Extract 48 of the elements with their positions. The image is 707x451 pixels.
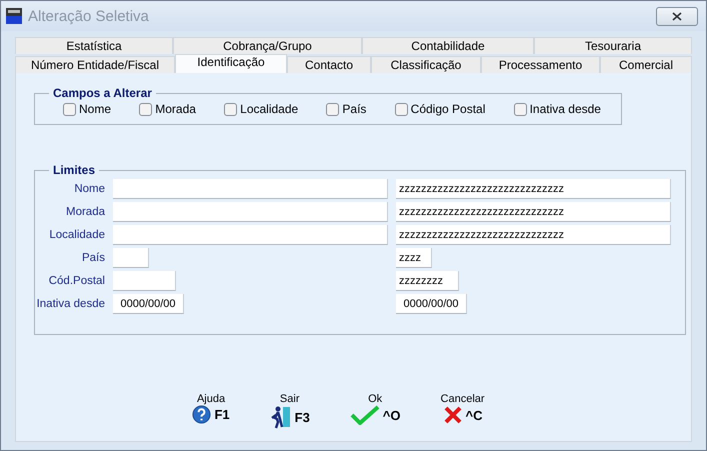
field-label: Localidade xyxy=(48,229,105,241)
cross-icon xyxy=(442,405,463,425)
input-field[interactable] xyxy=(113,202,388,222)
group-title: Limites xyxy=(52,163,96,177)
field-label: Inativa desde xyxy=(36,298,105,310)
tab[interactable]: Estatística xyxy=(15,37,173,54)
input-field[interactable]: 0000/00/00 xyxy=(396,294,467,314)
close-button[interactable] xyxy=(656,6,698,26)
field-label: Cód.Postal xyxy=(48,275,105,287)
field-label: Morada xyxy=(65,206,105,218)
tab[interactable]: Contabilidade xyxy=(362,37,534,54)
tab[interactable]: Classificação xyxy=(371,56,481,73)
input-field[interactable] xyxy=(113,179,388,199)
input-field[interactable] xyxy=(113,248,149,268)
checkbox[interactable]: País xyxy=(326,102,366,116)
field-label: País xyxy=(80,252,105,264)
help-icon xyxy=(192,405,212,424)
field-label: Nome xyxy=(73,183,105,195)
input-field[interactable]: zzzzzzzzzzzzzzzzzzzzzzzzzzzzzz xyxy=(396,202,671,222)
check-icon xyxy=(350,405,380,425)
toolbar-button[interactable]: Ok ^O xyxy=(350,393,401,429)
tab[interactable]: Comercial xyxy=(600,56,692,73)
group-title: Campos a Alterar xyxy=(52,86,153,100)
tab[interactable]: Identificação xyxy=(175,54,287,73)
tab[interactable]: Cobrança/Grupo xyxy=(173,37,362,54)
checkbox[interactable]: Inativa desde xyxy=(514,102,601,116)
tab[interactable]: Contacto xyxy=(287,56,371,73)
tab[interactable]: Processamento xyxy=(481,56,600,73)
checkbox[interactable]: Código Postal xyxy=(394,102,486,116)
app-icon xyxy=(6,8,22,24)
close-icon xyxy=(672,12,682,20)
checkbox[interactable]: Localidade xyxy=(224,102,298,116)
input-field[interactable]: zzzzzzzzzzzzzzzzzzzzzzzzzzzzzz xyxy=(396,225,671,245)
tab[interactable]: Número Entidade/Fiscal xyxy=(15,56,175,73)
toolbar-button[interactable]: Sair F3 xyxy=(270,393,310,429)
input-field[interactable]: zzzzzzzzzzzzzzzzzzzzzzzzzzzzzz xyxy=(396,179,671,199)
input-field[interactable]: zzzzzzzz xyxy=(396,271,459,291)
input-field[interactable] xyxy=(113,225,388,245)
input-field[interactable]: zzzz xyxy=(396,248,432,268)
window-title: Alteração Seletiva xyxy=(28,8,150,24)
input-field[interactable]: 0000/00/00 xyxy=(113,294,184,314)
person-door-icon xyxy=(270,405,292,429)
checkbox[interactable]: Nome xyxy=(63,102,112,116)
input-field[interactable] xyxy=(113,271,176,291)
tab[interactable]: Tesouraria xyxy=(534,37,692,54)
toolbar-button[interactable]: Cancelar ^C xyxy=(440,393,485,429)
checkbox[interactable]: Morada xyxy=(139,102,196,116)
toolbar-button[interactable]: Ajuda F1 xyxy=(192,393,230,429)
